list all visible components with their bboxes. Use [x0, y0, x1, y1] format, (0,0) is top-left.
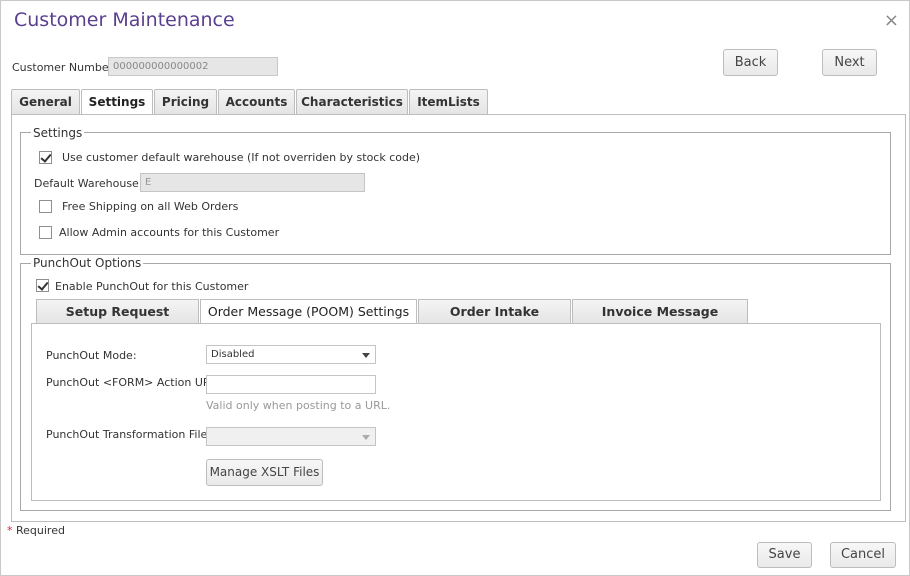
tab-general[interactable]: General [11, 89, 80, 115]
customer-number-field [108, 57, 278, 76]
default-warehouse-field [140, 173, 365, 192]
manage-xslt-button[interactable]: Manage XSLT Files [206, 459, 323, 486]
chevron-down-icon [362, 435, 370, 440]
subtab-order-message[interactable]: Order Message (POOM) Settings [200, 299, 417, 325]
required-label: Required [16, 524, 65, 537]
close-icon[interactable]: × [884, 12, 899, 30]
required-note: * Required [7, 524, 65, 537]
punchout-mode-value: Disabled [211, 349, 255, 360]
punchout-mode-label: PunchOut Mode: [46, 349, 137, 362]
form-action-url-hint: Valid only when posting to a URL. [206, 399, 391, 412]
chevron-down-icon [362, 353, 370, 358]
transformation-file-label: PunchOut Transformation File: [46, 428, 211, 441]
free-shipping-checkbox[interactable] [39, 200, 52, 213]
settings-legend: Settings [31, 126, 85, 140]
subtab-setup-request[interactable]: Setup Request Settings [36, 299, 199, 342]
cancel-button[interactable]: Cancel [830, 542, 896, 568]
subtab-order-intake[interactable]: Order Intake Settings [418, 299, 571, 342]
tab-pricing[interactable]: Pricing [154, 89, 217, 115]
allow-admin-checkbox[interactable] [39, 226, 52, 239]
allow-admin-label: Allow Admin accounts for this Customer [59, 226, 280, 239]
tab-accounts[interactable]: Accounts [218, 89, 295, 115]
subtab-invoice-message[interactable]: Invoice Message Settings [572, 299, 748, 342]
form-action-url-label: PunchOut <FORM> Action URL: [46, 376, 221, 389]
use-default-warehouse-checkbox[interactable] [39, 151, 52, 164]
enable-punchout-label: Enable PunchOut for this Customer [55, 280, 249, 293]
order-message-panel [31, 323, 881, 501]
enable-punchout-checkbox[interactable] [36, 279, 49, 292]
free-shipping-label: Free Shipping on all Web Orders [62, 200, 239, 213]
punchout-mode-select[interactable]: Disabled [206, 345, 376, 364]
tab-settings[interactable]: Settings [81, 89, 153, 116]
next-button[interactable]: Next [822, 49, 877, 76]
tab-characteristics[interactable]: Characteristics [296, 89, 408, 115]
dialog-title: Customer Maintenance [14, 9, 235, 31]
customer-maintenance-dialog: Customer Maintenance × Customer Number: … [0, 0, 910, 576]
transformation-file-select[interactable] [206, 427, 376, 446]
back-button[interactable]: Back [723, 49, 778, 76]
required-star: * [7, 524, 13, 537]
customer-number-label: Customer Number: [12, 61, 117, 74]
default-warehouse-label: Default Warehouse: [34, 177, 143, 190]
punchout-legend: PunchOut Options [31, 256, 144, 270]
form-action-url-input[interactable] [206, 375, 376, 394]
use-default-warehouse-label: Use customer default warehouse (If not o… [62, 151, 421, 164]
tab-itemlists[interactable]: ItemLists [409, 89, 488, 115]
save-button[interactable]: Save [757, 542, 812, 568]
